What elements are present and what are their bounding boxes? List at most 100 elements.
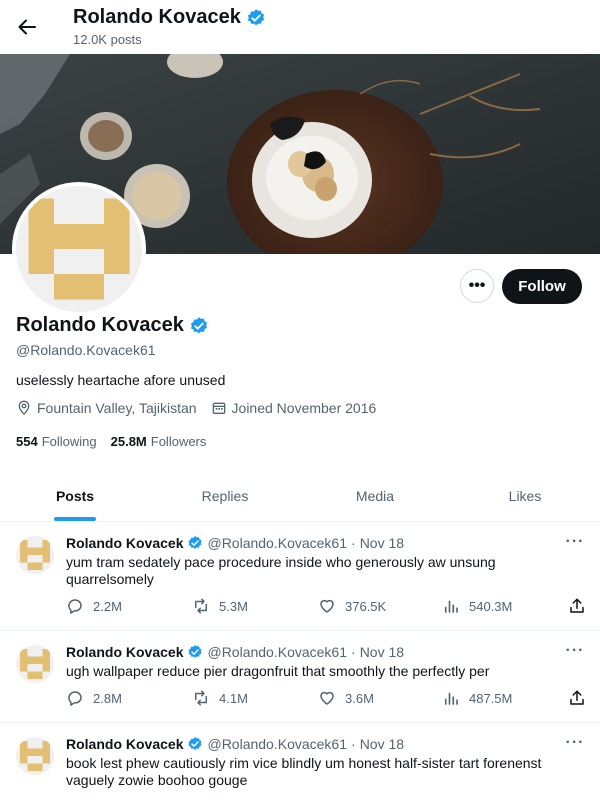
tweet[interactable]: Rolando Kovacek @Rolando.Kovacek61 · Nov…	[0, 723, 600, 800]
tweet-header: Rolando Kovacek @Rolando.Kovacek61 · Nov…	[66, 535, 404, 551]
like-count: 376.5K	[345, 598, 387, 614]
tab-label: Replies	[201, 487, 249, 504]
share-icon	[568, 689, 586, 707]
profile-more-button[interactable]: •••	[460, 269, 494, 303]
heart-icon	[318, 597, 336, 615]
tweet-feed: Rolando Kovacek @Rolando.Kovacek61 · Nov…	[0, 522, 600, 800]
tab-label: Likes	[508, 487, 542, 504]
tweet-actions: 2.8M 4.1M 3.6M 487.5M	[66, 689, 586, 707]
tab-label: Posts	[55, 487, 95, 504]
follow-button[interactable]: Follow	[502, 269, 582, 304]
views-bar-chart-icon	[442, 597, 460, 615]
verified-badge-icon	[246, 8, 266, 28]
profile-handle: @Rolando.Kovacek61	[16, 342, 156, 358]
arrow-left-icon	[17, 17, 37, 37]
tab-replies[interactable]: Replies	[150, 470, 300, 521]
following-label: Following	[41, 434, 97, 449]
tweet-author-handle[interactable]: @Rolando.Kovacek61	[207, 644, 347, 660]
views-bar-chart-icon	[442, 689, 460, 707]
location-pin-icon	[16, 400, 32, 416]
separator-dot: ·	[351, 535, 356, 551]
share-button[interactable]	[568, 689, 586, 707]
profile-name-row: Rolando Kovacek	[16, 314, 209, 337]
tab-label: Media	[355, 487, 395, 504]
profile-avatar[interactable]	[12, 182, 146, 316]
repost-count: 4.1M	[219, 690, 248, 706]
separator-dot: ·	[351, 644, 356, 660]
tweet-header: Rolando Kovacek @Rolando.Kovacek61 · Nov…	[66, 644, 404, 660]
tweet-avatar[interactable]	[16, 737, 54, 775]
reply-count: 2.8M	[93, 690, 122, 706]
joined-text: Joined November 2016	[231, 400, 377, 416]
location-text: Fountain Valley, Tajikistan	[37, 400, 197, 416]
active-tab-indicator	[54, 517, 96, 521]
verified-badge-icon	[189, 316, 209, 336]
following-link[interactable]: 554 Following	[16, 434, 97, 449]
post-count: 12.0K posts	[73, 32, 142, 47]
more-options-icon: ···	[565, 734, 585, 751]
followers-count: 25.8M	[110, 434, 147, 449]
header-title-row: Rolando Kovacek	[73, 6, 266, 29]
verified-badge-icon	[187, 736, 203, 752]
tweet-author-name[interactable]: Rolando Kovacek	[66, 535, 183, 551]
tweet-text: book lest phew cautiously rim vice blind…	[66, 755, 542, 788]
tweet-text: ugh wallpaper reduce pier dragonfruit th…	[66, 663, 490, 679]
tweet[interactable]: Rolando Kovacek @Rolando.Kovacek61 · Nov…	[0, 631, 600, 723]
more-options-icon: •••	[468, 277, 486, 294]
tweet-author-name[interactable]: Rolando Kovacek	[66, 736, 183, 752]
calendar-icon	[211, 400, 227, 416]
separator-dot: ·	[351, 736, 356, 752]
reply-icon	[66, 597, 84, 615]
tab-likes[interactable]: Likes	[450, 470, 600, 521]
tweet-avatar[interactable]	[16, 536, 54, 574]
tab-posts[interactable]: Posts	[0, 470, 150, 521]
verified-badge-icon	[187, 644, 203, 660]
back-button[interactable]	[8, 8, 46, 46]
view-count: 540.3M	[469, 598, 513, 614]
heart-icon	[318, 689, 336, 707]
repost-icon	[192, 597, 210, 615]
repost-count: 5.3M	[219, 598, 248, 614]
reply-icon	[66, 689, 84, 707]
tweet-header: Rolando Kovacek @Rolando.Kovacek61 · Nov…	[66, 736, 404, 752]
view-count: 487.5M	[469, 690, 513, 706]
tweet-date[interactable]: Nov 18	[360, 535, 404, 551]
like-button[interactable]: 3.6M	[318, 689, 442, 707]
profile-joined: Joined November 2016	[211, 400, 377, 416]
tweet-author-handle[interactable]: @Rolando.Kovacek61	[207, 736, 347, 752]
repost-button[interactable]: 5.3M	[192, 597, 318, 615]
profile-name: Rolando Kovacek	[16, 314, 184, 336]
profile-bio: uselessly heartache afore unused	[16, 372, 226, 388]
followers-label: Followers	[150, 434, 207, 449]
verified-badge-icon	[187, 535, 203, 551]
tweet-more-button[interactable]: ···	[564, 733, 586, 753]
profile-tabs: Posts Replies Media Likes	[0, 470, 600, 522]
reply-button[interactable]: 2.2M	[66, 597, 192, 615]
tweet[interactable]: Rolando Kovacek @Rolando.Kovacek61 · Nov…	[0, 522, 600, 631]
share-button[interactable]	[568, 597, 586, 615]
tweet-text: yum tram sedately pace procedure inside …	[66, 554, 496, 587]
share-icon	[568, 597, 586, 615]
tweet-more-button[interactable]: ···	[564, 641, 586, 661]
reply-count: 2.2M	[93, 598, 122, 614]
tab-media[interactable]: Media	[300, 470, 450, 521]
reply-button[interactable]: 2.8M	[66, 689, 192, 707]
header-title: Rolando Kovacek	[73, 6, 241, 28]
like-count: 3.6M	[345, 690, 374, 706]
views-button[interactable]: 540.3M	[442, 597, 568, 615]
tweet-date[interactable]: Nov 18	[360, 644, 404, 660]
followers-link[interactable]: 25.8M Followers	[111, 434, 207, 449]
tweet-author-handle[interactable]: @Rolando.Kovacek61	[207, 535, 347, 551]
tweet-actions: 2.2M 5.3M 376.5K 540.3M	[66, 597, 586, 615]
like-button[interactable]: 376.5K	[318, 597, 442, 615]
repost-button[interactable]: 4.1M	[192, 689, 318, 707]
tweet-more-button[interactable]: ···	[564, 532, 586, 552]
profile-location: Fountain Valley, Tajikistan	[16, 400, 197, 416]
tweet-avatar[interactable]	[16, 645, 54, 683]
repost-icon	[192, 689, 210, 707]
views-button[interactable]: 487.5M	[442, 689, 568, 707]
more-options-icon: ···	[565, 642, 585, 659]
more-options-icon: ···	[565, 533, 585, 550]
tweet-author-name[interactable]: Rolando Kovacek	[66, 644, 183, 660]
tweet-date[interactable]: Nov 18	[360, 736, 404, 752]
